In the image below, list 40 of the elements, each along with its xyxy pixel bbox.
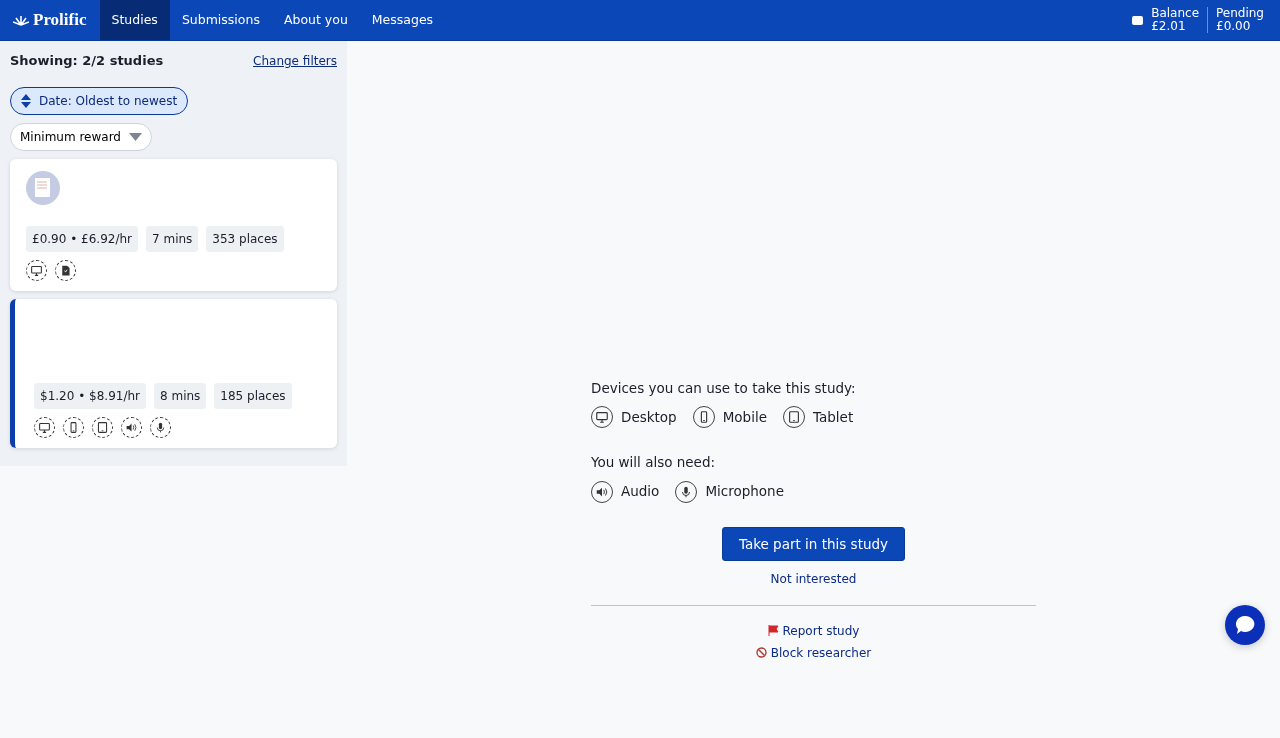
requirement-label: Audio <box>621 482 660 502</box>
requirement-label: Mobile <box>722 408 767 428</box>
not-interested-link[interactable]: Not interested <box>764 568 863 589</box>
study-card[interactable]: $1.20 • $8.91/hr 8 mins 185 places <box>10 299 337 448</box>
requirement-label: Tablet <box>813 408 854 428</box>
sort-icon <box>21 93 31 108</box>
duration-tag: 7 mins <box>146 226 199 252</box>
section-heading: You will also need: <box>591 453 717 473</box>
reward-tag: $1.20 • $8.91/hr <box>34 383 146 409</box>
logo-icon <box>13 14 29 26</box>
take-part-button[interactable]: Take part in this study <box>721 526 906 561</box>
chat-bubble-icon <box>1234 613 1256 636</box>
money-label: Balance <box>1151 7 1199 20</box>
flag-icon <box>767 625 779 637</box>
money-label: Pending <box>1216 7 1264 20</box>
section-heading: Devices you can use to take this study: <box>591 379 857 398</box>
sort-button[interactable]: Date: Oldest to newest <box>10 86 189 115</box>
study-card[interactable]: £0.90 • £6.92/hr 7 mins 353 places <box>10 158 337 291</box>
change-filters-link[interactable]: Change filters <box>253 51 337 70</box>
nav-tab[interactable]: About you <box>271 0 360 40</box>
block-researcher-link[interactable]: Block researcher <box>770 643 872 662</box>
wallet-icon <box>1132 13 1144 27</box>
block-icon <box>755 647 767 659</box>
reward-filter-dropdown[interactable]: Minimum reward <box>10 122 152 151</box>
nav-tab[interactable]: Messages <box>359 0 446 40</box>
money-value: £2.01 <box>1151 20 1187 33</box>
brand-name: Prolific <box>33 9 87 32</box>
duration-tag: 8 mins <box>154 383 207 409</box>
chat-button[interactable] <box>1225 604 1265 645</box>
report-study-link[interactable]: Report study <box>782 621 860 640</box>
money-value: £0.00 <box>1216 20 1251 33</box>
nav-tab[interactable]: Studies <box>99 0 170 40</box>
reward-tag: £0.90 • £6.92/hr <box>26 226 138 252</box>
caret-icon <box>129 132 142 141</box>
requirement-label: Desktop <box>621 408 677 428</box>
showing-count: Showing: 2/2 studies <box>10 52 164 70</box>
nav-tab[interactable]: Submissions <box>169 0 272 40</box>
places-tag: 353 places <box>206 226 284 252</box>
places-tag: 185 places <box>214 383 292 409</box>
requirement-label: Microphone <box>705 482 784 502</box>
